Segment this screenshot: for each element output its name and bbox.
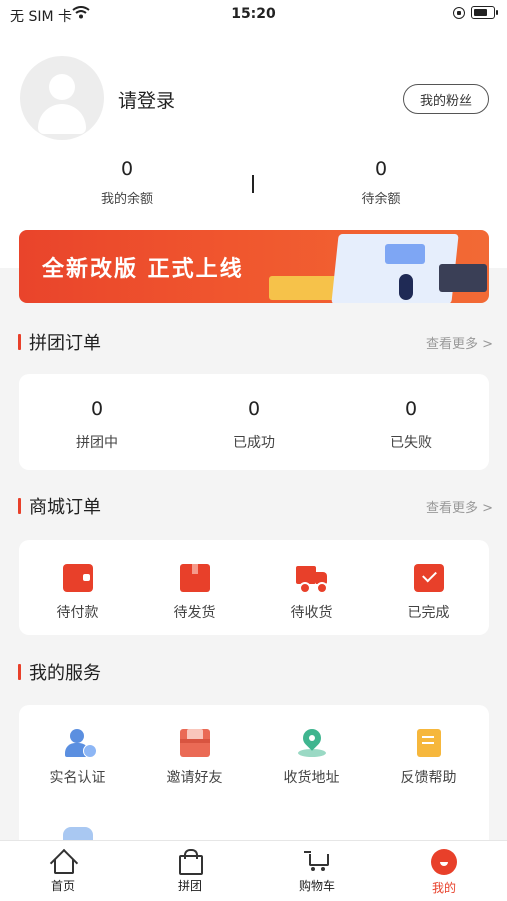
battery-icon — [471, 6, 498, 19]
service-shipping-address[interactable]: 收货地址 — [253, 725, 370, 787]
home-icon — [49, 848, 79, 878]
avatar[interactable] — [20, 56, 104, 140]
tab-cart[interactable]: 购物车 — [254, 849, 380, 894]
group-status-failed[interactable]: 0 已失败 — [333, 398, 489, 452]
tab-group-buy[interactable]: 拼团 — [127, 849, 253, 894]
user-verify-icon — [63, 729, 97, 758]
mall-orders-card: 待付款 待发货 待收货 已完成 — [19, 540, 489, 635]
orientation-lock-icon — [453, 6, 465, 19]
service-invite-friends[interactable]: 邀请好友 — [136, 729, 253, 787]
wallet-icon — [62, 564, 93, 592]
banner-text: 全新改版 正式上线 — [42, 257, 244, 282]
pending-balance-value: 0 — [374, 158, 388, 180]
note-icon — [416, 729, 441, 757]
group-status-success[interactable]: 0 已成功 — [176, 398, 332, 452]
promo-banner[interactable]: 全新改版 正式上线 — [19, 230, 489, 303]
package-icon — [179, 564, 210, 592]
location-pin-icon — [297, 725, 327, 757]
tab-me[interactable]: 我的 — [381, 849, 507, 896]
my-fans-button[interactable]: 我的粉丝 — [403, 84, 489, 114]
pending-balance-stat[interactable]: 0 待余额 — [281, 158, 481, 207]
clock: 15:20 — [231, 6, 276, 22]
order-pending-payment[interactable]: 待付款 — [19, 564, 136, 622]
profile-icon — [431, 849, 457, 875]
envelope-icon — [179, 729, 210, 757]
group-orders-more-link[interactable]: 查看更多 > — [426, 333, 493, 352]
mall-orders-more-link[interactable]: 查看更多 > — [426, 497, 493, 516]
login-link[interactable]: 请登录 — [118, 86, 175, 113]
service-feedback-help[interactable]: 反馈帮助 — [370, 729, 487, 787]
group-status-in-progress[interactable]: 0 拼团中 — [19, 398, 175, 452]
mall-orders-title: 商城订单 — [18, 493, 101, 519]
order-completed[interactable]: 已完成 — [370, 564, 487, 622]
truck-icon — [295, 564, 328, 594]
group-orders-card: 0 拼团中 0 已成功 0 已失败 — [19, 374, 489, 470]
tab-bar: 首页 拼团 购物车 我的 — [0, 840, 507, 901]
order-pending-receipt[interactable]: 待收货 — [253, 564, 370, 622]
tab-home[interactable]: 首页 — [0, 848, 126, 894]
balance-value: 0 — [120, 158, 134, 180]
divider — [252, 175, 254, 193]
cart-icon — [304, 849, 330, 873]
balance-label: 我的余额 — [100, 192, 153, 207]
group-orders-title: 拼团订单 — [18, 329, 101, 355]
balance-stat[interactable]: 0 我的余额 — [27, 158, 227, 207]
service-real-name-verification[interactable]: 实名认证 — [19, 729, 136, 787]
completed-icon — [413, 564, 444, 592]
pending-balance-label: 待余额 — [361, 192, 401, 207]
services-title: 我的服务 — [18, 659, 101, 685]
status-bar: 无 SIM 卡 15:20 — [0, 0, 507, 30]
bag-icon — [177, 849, 203, 875]
order-pending-shipment[interactable]: 待发货 — [136, 564, 253, 622]
